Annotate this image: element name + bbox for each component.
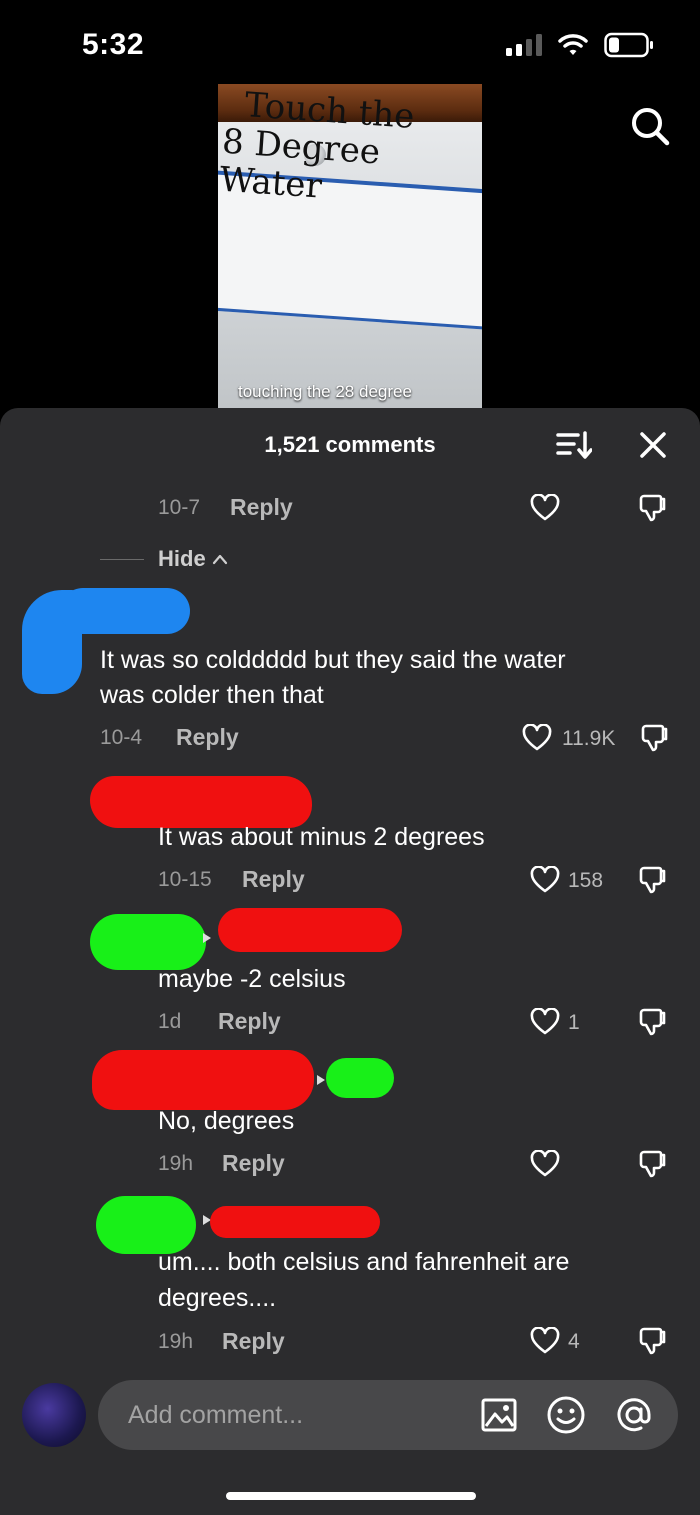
at-icon[interactable] bbox=[614, 1395, 654, 1435]
comment-date: 10-4 bbox=[100, 726, 143, 749]
heart-icon[interactable] bbox=[530, 494, 560, 522]
dislike-icon[interactable] bbox=[638, 1326, 668, 1356]
comment-date: 10-15 bbox=[158, 868, 212, 891]
search-icon[interactable] bbox=[628, 104, 672, 148]
reply-arrow-icon bbox=[203, 933, 211, 943]
battery-icon bbox=[604, 32, 653, 58]
reply-button[interactable]: Reply bbox=[176, 724, 239, 751]
chevron-up-icon bbox=[212, 554, 227, 565]
dislike-icon[interactable] bbox=[638, 493, 668, 523]
comment-date: 19h bbox=[158, 1330, 194, 1353]
video-caption: touching the 28 degree bbox=[238, 382, 412, 401]
comment-text: maybe -2 celsius bbox=[158, 965, 346, 993]
comment-text-line: degrees.... bbox=[158, 1284, 277, 1312]
comment-input[interactable]: Add comment... bbox=[98, 1380, 678, 1450]
comment-input-placeholder: Add comment... bbox=[128, 1401, 304, 1429]
heart-icon[interactable] bbox=[530, 1150, 560, 1178]
redacted-username bbox=[326, 1058, 394, 1098]
like-count: 4 bbox=[568, 1330, 580, 1353]
reply-button[interactable]: Reply bbox=[222, 1328, 285, 1355]
comment-text: No, degrees bbox=[158, 1107, 295, 1135]
dislike-icon[interactable] bbox=[638, 1149, 668, 1179]
like-count: 1 bbox=[568, 1011, 580, 1034]
heart-icon[interactable] bbox=[530, 1008, 560, 1036]
status-icons bbox=[506, 32, 654, 58]
comment-date: 1d bbox=[158, 1010, 182, 1033]
cellular-signal-icon bbox=[506, 34, 542, 56]
reply-button[interactable]: Reply bbox=[242, 866, 305, 893]
wifi-icon bbox=[558, 34, 588, 55]
like-count: 11.9K bbox=[562, 727, 616, 750]
dislike-icon[interactable] bbox=[638, 1007, 668, 1037]
video-thumbnail[interactable]: Touch the 8 Degree Water touching the 28… bbox=[218, 84, 482, 414]
hide-replies-button[interactable]: Hide bbox=[100, 546, 228, 572]
redacted-username bbox=[218, 908, 402, 952]
reply-button[interactable]: Reply bbox=[230, 494, 293, 521]
reply-arrow-icon bbox=[317, 1075, 325, 1085]
comment-text-line: um.... both celsius and fahrenheit are bbox=[158, 1248, 570, 1276]
comment-text: It was about minus 2 degrees bbox=[158, 823, 485, 851]
like-count: 158 bbox=[568, 869, 604, 892]
emoji-icon[interactable] bbox=[546, 1395, 586, 1435]
divider-line bbox=[100, 558, 144, 560]
hide-label: Hide bbox=[158, 546, 206, 571]
dislike-icon[interactable] bbox=[638, 865, 668, 895]
image-icon[interactable] bbox=[480, 1396, 518, 1434]
reply-button[interactable]: Reply bbox=[222, 1150, 285, 1177]
comment-text-line: It was so colddddd but they said the wat… bbox=[100, 646, 566, 674]
comment-date: 10-7 bbox=[158, 496, 201, 519]
close-icon[interactable] bbox=[638, 430, 668, 460]
redacted-username bbox=[210, 1206, 380, 1238]
user-avatar[interactable] bbox=[22, 1383, 86, 1447]
comments-count-title: 1,521 comments bbox=[264, 432, 436, 457]
comment-text-line: was colder then that bbox=[100, 681, 324, 709]
comment-date: 19h bbox=[158, 1152, 194, 1175]
home-indicator bbox=[226, 1492, 476, 1500]
sign-text: Touch the 8 Degree Water bbox=[218, 85, 482, 218]
redacted-avatar-username bbox=[92, 1050, 314, 1110]
heart-icon[interactable] bbox=[530, 866, 560, 894]
redacted-username bbox=[60, 588, 190, 634]
dislike-icon[interactable] bbox=[640, 723, 670, 753]
reply-button[interactable]: Reply bbox=[218, 1008, 281, 1035]
sort-icon[interactable] bbox=[556, 430, 592, 460]
heart-icon[interactable] bbox=[530, 1327, 560, 1355]
heart-icon[interactable] bbox=[522, 724, 552, 752]
status-time: 5:32 bbox=[82, 28, 145, 61]
